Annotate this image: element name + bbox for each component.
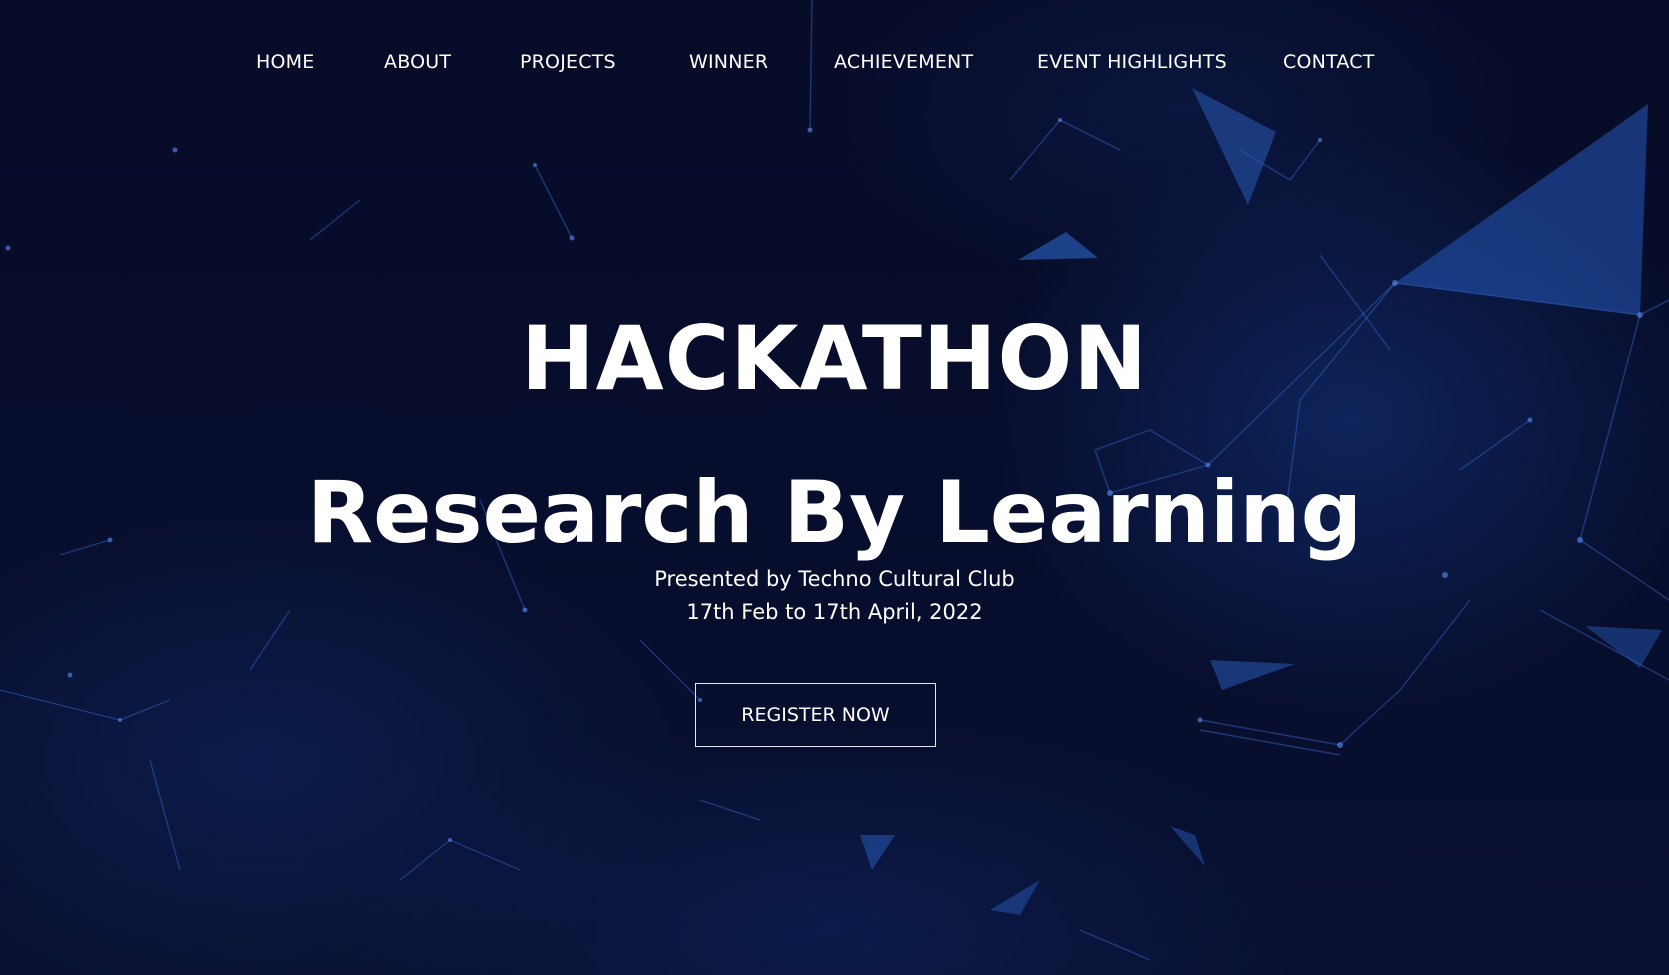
nav-projects[interactable]: PROJECTS	[520, 44, 616, 80]
event-dates: 17th Feb to 17th April, 2022	[686, 600, 983, 624]
nav-event-highlights[interactable]: EVENT HIGHLIGHTS	[1037, 44, 1227, 80]
nav-contact[interactable]: CONTACT	[1283, 44, 1375, 80]
hero-title: HACKATHON	[521, 306, 1148, 410]
nav-about[interactable]: ABOUT	[384, 44, 451, 80]
main-nav: HOME ABOUT PROJECTS WINNER ACHIEVEMENT E…	[0, 44, 1669, 80]
register-now-button[interactable]: REGISTER NOW	[695, 683, 936, 747]
hero-subtitle: Research By Learning	[306, 463, 1363, 564]
nav-achievement[interactable]: ACHIEVEMENT	[834, 44, 973, 80]
presented-by-text: Presented by Techno Cultural Club	[654, 567, 1015, 591]
nav-winner[interactable]: WINNER	[689, 44, 768, 80]
nav-home[interactable]: HOME	[256, 44, 314, 80]
